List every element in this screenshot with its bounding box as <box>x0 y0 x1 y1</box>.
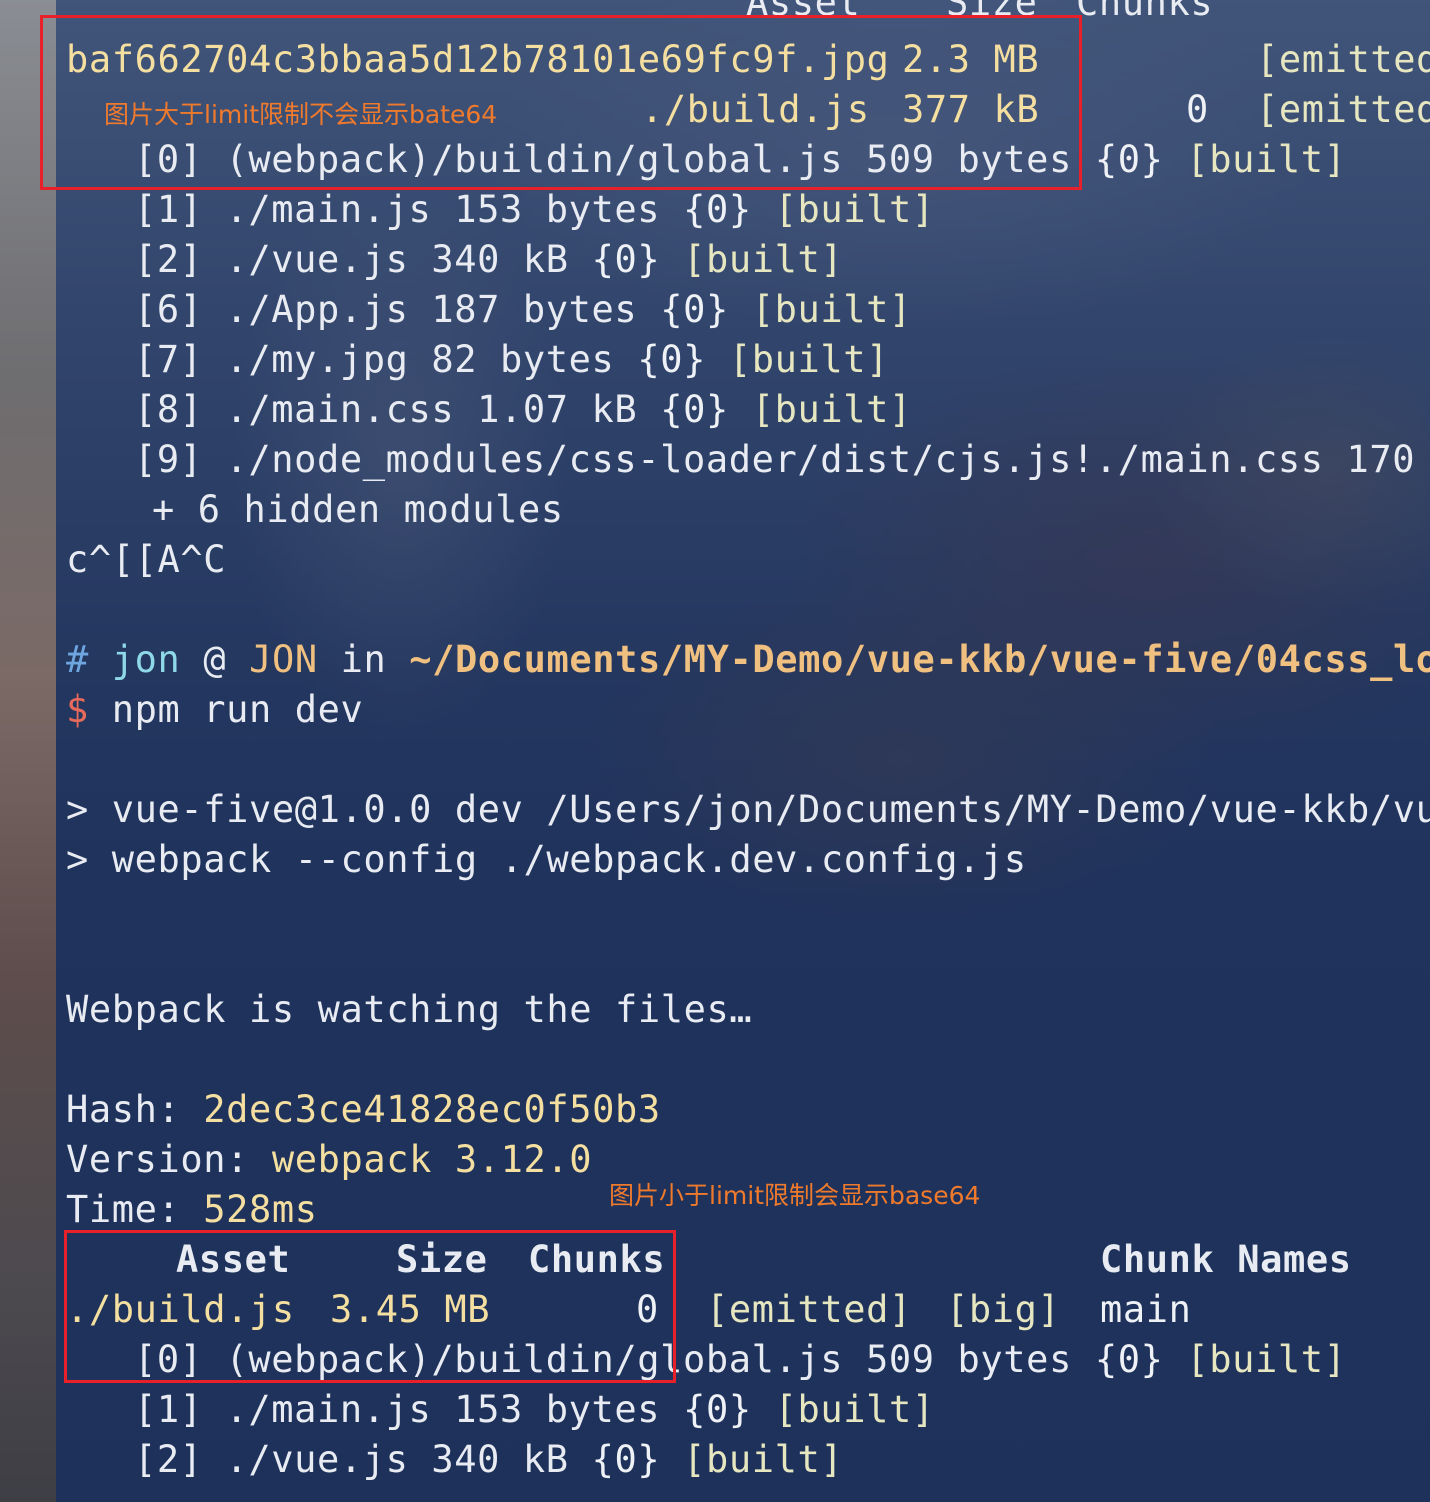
interrupt-line: c^[[A^C <box>66 538 227 581</box>
module-line: [8] ./main.css 1.07 kB {0} [built] <box>134 388 912 431</box>
module-line: [2] ./vue.js 340 kB {0} [built] <box>134 1438 844 1481</box>
emitted-image-status: [emitted <box>1256 38 1430 81</box>
npm-script-line: > vue-five@1.0.0 dev /Users/jon/Document… <box>66 788 1430 831</box>
build-row-chunk-name: main <box>1100 1288 1192 1331</box>
hash-line: Hash: 2dec3ce41828ec0f50b3 <box>66 1088 661 1131</box>
shell-prompt: # jon @ JON in ~/Documents/MY-Demo/vue-k… <box>66 638 1430 681</box>
emitted-build-status: [emitted <box>1256 88 1430 131</box>
watching-message: Webpack is watching the files… <box>66 988 753 1031</box>
version-line: Version: webpack 3.12.0 <box>66 1138 593 1181</box>
build-row-flag: [big] <box>946 1288 1061 1331</box>
emitted-build-chunk: 0 <box>1186 88 1209 131</box>
hidden-modules: + 6 hidden modules <box>152 488 564 531</box>
background-photo-edge <box>0 0 56 1502</box>
highlight-box-top <box>40 15 1082 190</box>
npm-script-line: > webpack --config ./webpack.dev.config.… <box>66 838 1027 881</box>
module-line: [1] ./main.js 153 bytes {0} [built] <box>134 1388 935 1431</box>
build-row-status: [emitted] <box>706 1288 912 1331</box>
highlight-box-bottom <box>64 1230 676 1383</box>
module-line: [9] ./node_modules/css-loader/dist/cjs.j… <box>134 438 1430 481</box>
module-line: [2] ./vue.js 340 kB {0} [built] <box>134 238 844 281</box>
module-line: [7] ./my.jpg 82 bytes {0} [built] <box>134 338 889 381</box>
annotation-bottom: 图片小于limit限制会显示base64 <box>609 1181 981 1210</box>
shell-command: $ npm run dev <box>66 688 364 731</box>
module-line: [1] ./main.js 153 bytes {0} [built] <box>134 188 935 231</box>
header-chunk-names: Chunk Names <box>1100 1238 1352 1281</box>
header-chunks-partial: Chunks <box>1076 0 1214 24</box>
time-line: Time: 528ms <box>66 1188 318 1231</box>
module-line: [6] ./App.js 187 bytes {0} [built] <box>134 288 912 331</box>
